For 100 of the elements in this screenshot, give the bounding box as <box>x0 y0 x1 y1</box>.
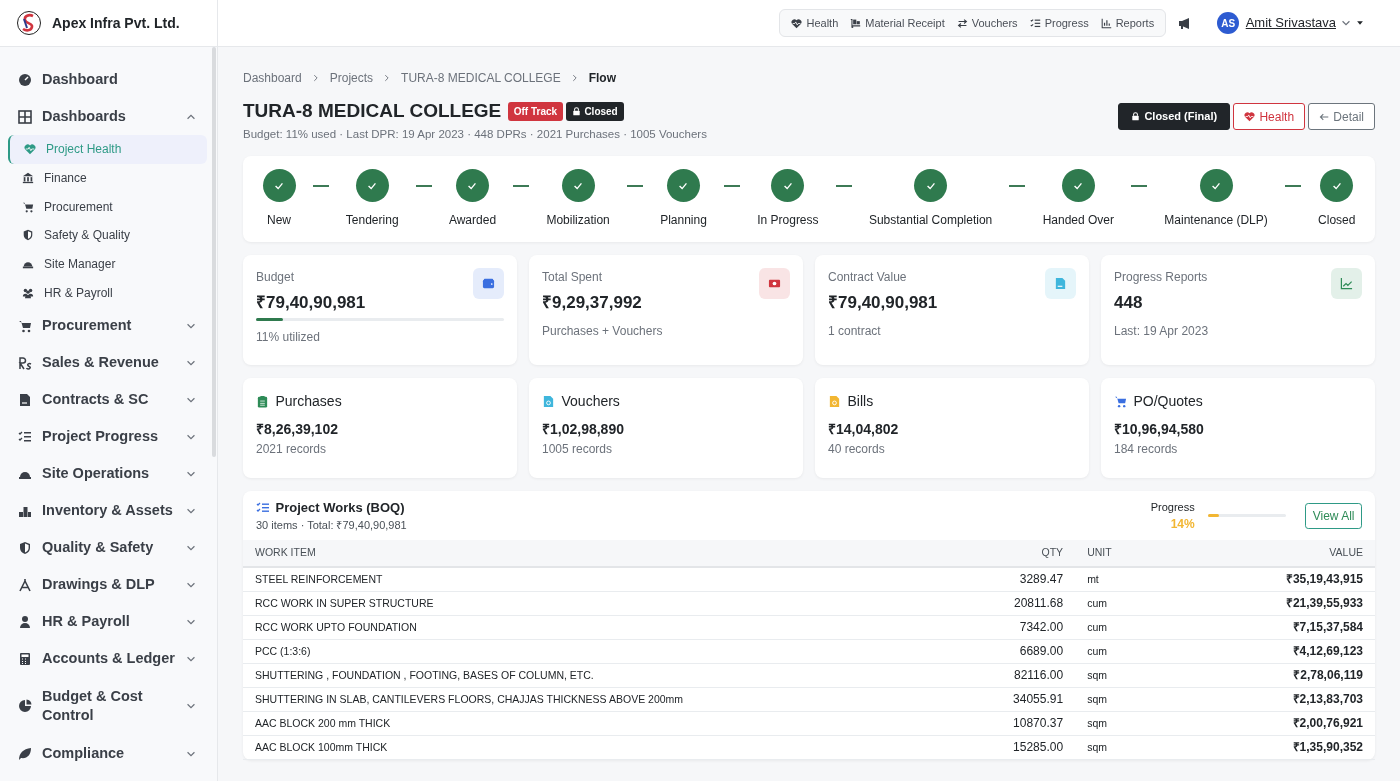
quick-link[interactable]: Reports <box>1095 12 1160 34</box>
column-header: QTY <box>958 540 1076 568</box>
table-cell: 7342.00 <box>958 615 1076 640</box>
table-cell: ₹1,35,90,352 <box>1215 735 1375 760</box>
table-cell: cum <box>1075 639 1216 664</box>
step-label: Substantial Completion <box>868 212 993 230</box>
table-cell: RCC WORK IN SUPER STRUCTURE <box>243 591 958 616</box>
table-cell: 15285.00 <box>958 735 1076 760</box>
leaf-icon <box>18 746 32 761</box>
sidebar-item[interactable]: Inventory & Assets <box>8 492 207 530</box>
breadcrumb-link[interactable]: Projects <box>329 69 374 87</box>
view-all-button[interactable]: View All <box>1305 502 1362 530</box>
step-label: Planning <box>660 212 707 230</box>
sidebar-item[interactable]: Budget & Cost Control <box>8 677 207 736</box>
sidebar-item[interactable]: Quality & Safety <box>8 529 207 567</box>
wallet-icon <box>482 277 495 291</box>
table-cell: sqm <box>1075 663 1216 688</box>
shield-icon <box>22 229 34 242</box>
summary-note: 1005 records <box>542 440 614 458</box>
sidebar-item[interactable]: Procurement <box>8 307 207 345</box>
table-cell: SHUTTERING IN SLAB, CANTILEVERS FLOORS, CHAJJAS THICKNESS ABOVE 200mm <box>243 687 958 712</box>
action-button[interactable]: Health <box>1233 103 1306 130</box>
status-badge: Off Track <box>507 101 564 121</box>
stat-note: 11% utilized <box>256 328 321 346</box>
dolly-icon <box>850 17 862 29</box>
lock-icon <box>1131 112 1141 121</box>
stat-value: 448 <box>1114 291 1144 314</box>
stat-note: Last: 19 Apr 2023 <box>1114 322 1210 340</box>
quick-link[interactable]: Vouchers <box>951 12 1023 34</box>
calculator-icon <box>18 651 32 666</box>
user-avatar[interactable]: AS <box>1217 12 1240 34</box>
breadcrumb-link[interactable]: Dashboard <box>243 69 302 87</box>
stat-value: ₹79,40,90,981 <box>256 291 366 314</box>
heart-pulse-icon <box>1244 111 1256 122</box>
pie-chart-icon <box>18 699 32 714</box>
quick-link[interactable]: Material Receipt <box>845 12 950 34</box>
chevron-icon <box>570 74 579 82</box>
summary-note: 2021 records <box>256 440 328 458</box>
action-button[interactable]: Closed (Final) <box>1118 103 1231 130</box>
cart-icon <box>22 200 34 213</box>
section-subtitle: 30 items · Total: ₹79,40,90,981 <box>256 518 407 534</box>
summary-label: PO/Quotes <box>1133 392 1203 412</box>
gauge-icon <box>18 72 32 87</box>
sidebar-item[interactable]: Contracts & SC <box>8 381 207 419</box>
checklist-icon <box>256 502 269 514</box>
table-cell: PCC (1:3:6) <box>243 639 958 664</box>
sidebar-item[interactable]: Dashboards <box>8 98 207 135</box>
progress-value: 14% <box>1169 516 1195 534</box>
step-label: New <box>267 212 291 230</box>
table-cell: ₹35,19,43,915 <box>1215 567 1375 592</box>
stat-value: ₹9,29,37,992 <box>542 291 642 314</box>
section-title: Project Works (BOQ) <box>275 498 405 517</box>
summary-label: Purchases <box>275 392 342 412</box>
sidebar-subitem[interactable]: HR & Payroll <box>8 278 207 308</box>
summary-note: 184 records <box>1114 440 1179 458</box>
table-cell: AAC BLOCK 100mm THICK <box>243 735 958 760</box>
breadcrumb-current: Flow <box>588 70 616 87</box>
grid-icon <box>18 109 32 124</box>
sidebar-item[interactable]: Accounts & Ledger <box>8 640 207 678</box>
summary-value: ₹1,02,98,890 <box>542 419 625 439</box>
stat-value: ₹79,40,90,981 <box>828 291 938 314</box>
lock-icon <box>572 106 582 116</box>
table-cell: sqm <box>1075 711 1216 736</box>
drafting-compass-icon <box>18 577 32 592</box>
step-label: Handed Over <box>1042 212 1114 230</box>
sidebar-item[interactable]: HR & Payroll <box>8 603 207 641</box>
summary-note: 40 records <box>828 440 886 458</box>
sidebar-item[interactable]: Compliance <box>8 735 207 773</box>
sidebar-subitem[interactable]: Site Manager <box>8 249 207 279</box>
rupee-icon <box>18 355 32 370</box>
sidebar-subitem[interactable]: Procurement <box>8 192 207 222</box>
action-button[interactable]: Detail <box>1308 103 1375 130</box>
table-cell: 20811.68 <box>958 591 1076 616</box>
page-title: TURA-8 MEDICAL COLLEGE <box>243 100 502 123</box>
step-label: In Progress <box>757 212 819 230</box>
sidebar-item[interactable]: Dashboard <box>8 61 207 98</box>
document-icon <box>18 392 32 407</box>
table-cell: sqm <box>1075 735 1216 760</box>
sidebar-item[interactable]: Project Progress <box>8 418 207 456</box>
arrow-left-icon <box>1319 111 1330 122</box>
checklist-icon <box>18 429 32 444</box>
table-cell: sqm <box>1075 687 1216 712</box>
sidebar-item[interactable]: Sales & Revenue <box>8 344 207 382</box>
sidebar-subitem[interactable]: Finance <box>8 163 207 193</box>
table-cell: 34055.91 <box>958 687 1076 712</box>
breadcrumb-link[interactable]: TURA-8 MEDICAL COLLEGE <box>401 69 561 87</box>
brand-name: Apex Infra Pvt. Ltd. <box>52 13 180 33</box>
table-cell: ₹2,00,76,921 <box>1215 711 1375 736</box>
sidebar-subitem[interactable]: Safety & Quality <box>8 221 207 250</box>
person-icon <box>18 614 32 629</box>
shield-icon <box>18 540 32 555</box>
user-menu[interactable]: Amit Srivastava <box>1245 13 1364 33</box>
table-cell: cum <box>1075 615 1216 640</box>
quick-link[interactable]: Progress <box>1024 12 1094 34</box>
sidebar-item[interactable]: Drawings & DLP <box>8 566 207 604</box>
bank-icon <box>22 172 34 185</box>
quick-link[interactable]: Health <box>786 12 844 34</box>
step-label: Maintenance (DLP) <box>1164 212 1268 230</box>
document-icon <box>1054 277 1067 291</box>
sidebar-item[interactable]: Site Operations <box>8 455 207 493</box>
